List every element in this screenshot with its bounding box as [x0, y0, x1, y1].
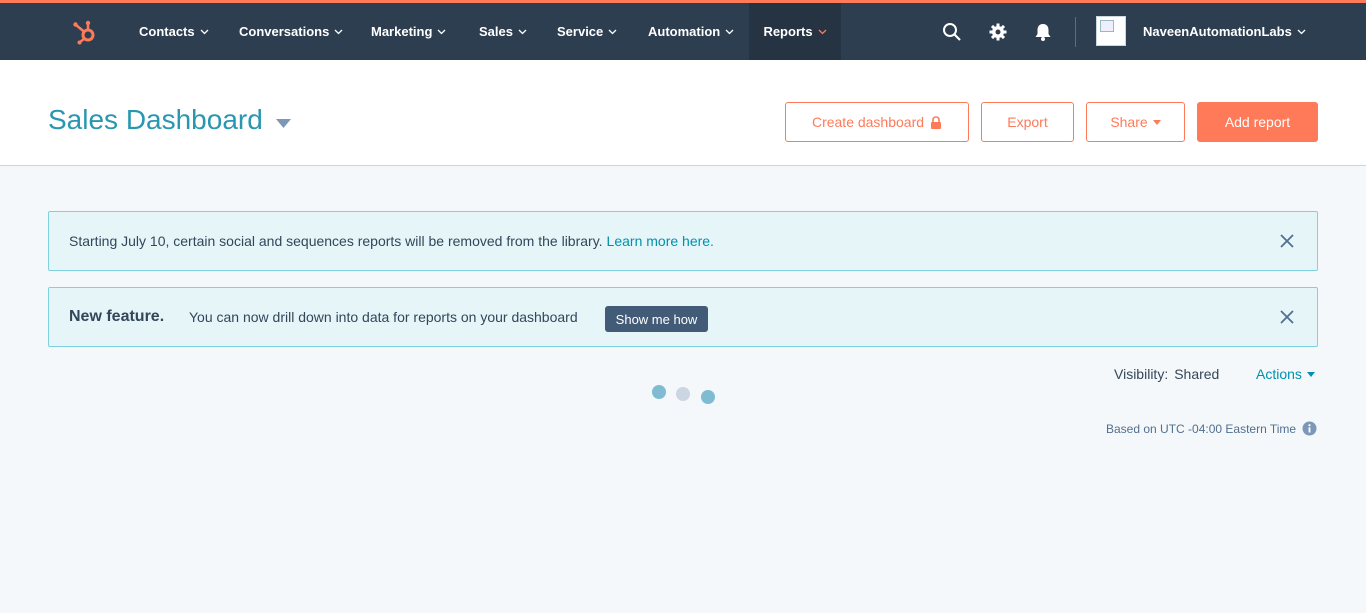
- search-icon[interactable]: [942, 22, 962, 42]
- hubspot-logo[interactable]: [72, 19, 98, 45]
- show-me-how-button[interactable]: Show me how: [605, 306, 708, 332]
- bell-icon[interactable]: [1033, 22, 1053, 42]
- nav-marketing-label: Marketing: [371, 24, 433, 39]
- nav-sales[interactable]: Sales: [479, 3, 527, 60]
- page-header: Sales Dashboard Create dashboard Export …: [0, 60, 1366, 166]
- create-dashboard-label: Create dashboard: [811, 114, 925, 130]
- caret-down-icon: [1306, 371, 1315, 377]
- visibility-value: Shared: [1174, 366, 1220, 382]
- nav-service[interactable]: Service: [557, 3, 617, 60]
- caret-down-icon[interactable]: [276, 119, 291, 128]
- notice-text: Starting July 10, certain social and seq…: [69, 233, 603, 249]
- nav-conversations[interactable]: Conversations: [239, 3, 343, 60]
- share-label: Share: [1110, 114, 1148, 130]
- info-icon[interactable]: [1302, 421, 1317, 436]
- account-name: NaveenAutomationLabs: [1143, 24, 1292, 39]
- caret-down-icon: [1152, 119, 1161, 125]
- nav-marketing[interactable]: Marketing: [371, 3, 446, 60]
- gear-icon[interactable]: [988, 22, 1008, 42]
- chevron-down-icon: [437, 29, 446, 34]
- account-menu[interactable]: NaveenAutomationLabs: [1143, 3, 1306, 60]
- visibility-status: Visibility: Shared: [1114, 366, 1219, 382]
- chevron-down-icon: [200, 29, 209, 34]
- top-navigation: Contacts Conversations Marketing Sales S…: [0, 3, 1366, 60]
- add-report-button[interactable]: Add report: [1197, 102, 1318, 142]
- nav-conversations-label: Conversations: [239, 24, 330, 39]
- nav-contacts-label: Contacts: [139, 24, 195, 39]
- chevron-down-icon: [818, 29, 827, 34]
- add-report-label: Add report: [1224, 114, 1291, 130]
- lock-icon: [931, 115, 942, 129]
- feature-title: New feature.: [69, 308, 165, 325]
- learn-more-link[interactable]: Learn more here.: [607, 233, 714, 249]
- create-dashboard-button[interactable]: Create dashboard: [785, 102, 969, 142]
- chevron-down-icon: [518, 29, 527, 34]
- nav-sales-label: Sales: [479, 24, 513, 39]
- loading-dot: [701, 390, 715, 404]
- actions-dropdown[interactable]: Actions: [1256, 366, 1315, 382]
- close-icon[interactable]: [1280, 234, 1294, 248]
- nav-automation-label: Automation: [648, 24, 721, 39]
- export-label: Export: [1007, 114, 1048, 130]
- timezone-note: Based on UTC -04:00 Eastern Time: [1106, 421, 1317, 436]
- chevron-down-icon: [725, 29, 734, 34]
- nav-contacts[interactable]: Contacts: [139, 3, 209, 60]
- nav-reports[interactable]: Reports: [749, 3, 841, 60]
- chevron-down-icon: [608, 29, 617, 34]
- page-title[interactable]: Sales Dashboard: [48, 104, 263, 136]
- nav-automation[interactable]: Automation: [648, 3, 734, 60]
- notice-text-row: Starting July 10, certain social and seq…: [69, 212, 714, 270]
- notice-alert: Starting July 10, certain social and seq…: [48, 211, 1318, 271]
- loading-dot: [652, 385, 666, 399]
- chevron-down-icon: [334, 29, 343, 34]
- timezone-text: Based on UTC -04:00 Eastern Time: [1106, 421, 1297, 436]
- nav-reports-label: Reports: [763, 24, 813, 39]
- nav-service-label: Service: [557, 24, 604, 39]
- broken-image-icon: [1100, 20, 1114, 32]
- avatar[interactable]: [1096, 16, 1126, 46]
- share-button[interactable]: Share: [1086, 102, 1185, 142]
- chevron-down-icon: [1297, 29, 1306, 34]
- nav-divider: [1075, 17, 1076, 47]
- feature-alert: New feature. You can now drill down into…: [48, 287, 1318, 347]
- actions-label: Actions: [1256, 366, 1302, 382]
- visibility-label: Visibility:: [1114, 366, 1169, 382]
- export-button[interactable]: Export: [981, 102, 1074, 142]
- close-icon[interactable]: [1280, 310, 1294, 324]
- loading-dot: [676, 387, 690, 401]
- feature-text: You can now drill down into data for rep…: [189, 309, 578, 325]
